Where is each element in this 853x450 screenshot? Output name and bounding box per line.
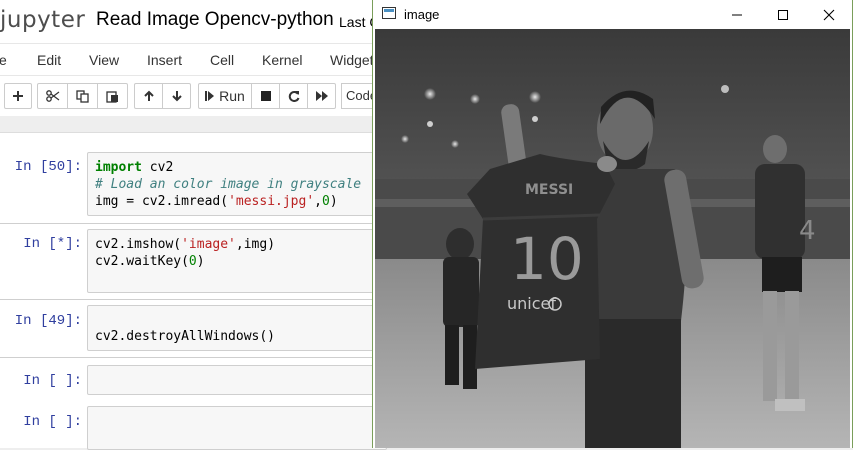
arrow-down-icon — [171, 91, 182, 102]
stop-icon — [260, 91, 271, 101]
run-button-group: Run — [198, 83, 336, 109]
copy-button[interactable] — [67, 83, 98, 109]
move-button-group — [134, 83, 191, 109]
jersey-name: MESSI — [525, 182, 573, 198]
plus-icon — [13, 91, 23, 101]
maximize-button[interactable] — [760, 0, 806, 29]
window-app-icon — [382, 7, 396, 19]
paste-button[interactable] — [97, 83, 128, 109]
restart-run-all-button[interactable] — [307, 83, 336, 109]
menu-edit[interactable]: Edit — [37, 52, 61, 68]
run-label: Run — [219, 88, 245, 104]
jersey-number: 10 — [510, 225, 584, 293]
minimize-button[interactable] — [714, 0, 760, 29]
arrow-up-icon — [143, 90, 154, 101]
step-forward-icon — [205, 91, 215, 101]
paste-icon — [106, 90, 118, 103]
run-button[interactable]: Run — [198, 83, 252, 109]
insert-cell-button[interactable] — [4, 83, 32, 109]
maximize-icon — [778, 9, 788, 20]
interrupt-button[interactable] — [251, 83, 280, 109]
cell-input[interactable] — [87, 406, 387, 450]
move-up-button[interactable] — [134, 83, 163, 109]
cell-prompt: In [ ]: — [23, 373, 82, 389]
cell-prompt: In [ ]: — [23, 414, 82, 430]
move-down-button[interactable] — [162, 83, 191, 109]
fast-forward-icon — [315, 91, 328, 101]
window-title: image — [404, 7, 440, 22]
code-line: cv2.destroyAllWindows() — [95, 329, 276, 344]
menu-cell[interactable]: Cell — [210, 52, 234, 68]
edit-button-group — [37, 83, 128, 109]
grayscale-photo: 4 MESSI 10 unicef — [375, 29, 850, 448]
cell-prompt: In [50]: — [14, 159, 82, 175]
scissors-icon — [45, 90, 59, 102]
menu-insert[interactable]: Insert — [147, 52, 182, 68]
notebook-title[interactable]: Read Image Opencv-python — [96, 9, 334, 31]
cut-button[interactable] — [37, 83, 68, 109]
jupyter-logo[interactable]: jupyter — [0, 7, 85, 33]
menu-kernel[interactable]: Kernel — [262, 52, 302, 68]
image-window[interactable]: image 4 MESSI 10 unicef — [372, 0, 853, 448]
cell-input[interactable] — [87, 365, 387, 395]
back-number: 4 — [799, 216, 816, 246]
photo-drawing: 4 MESSI 10 unicef — [375, 29, 850, 448]
code-line: import cv2 — [95, 160, 174, 175]
code-line: cv2.waitKey(0) — [95, 254, 205, 269]
menu-view[interactable]: View — [89, 52, 119, 68]
window-titlebar[interactable]: image — [373, 0, 852, 29]
cell-prompt: In [*]: — [23, 236, 82, 252]
cell-prompt: In [49]: — [14, 313, 82, 329]
code-comment: # Load an color image in grayscale — [95, 177, 362, 192]
menu-file[interactable]: e — [0, 52, 7, 68]
code-line: cv2.imshow('image',img) — [95, 237, 276, 252]
close-button[interactable] — [806, 0, 852, 29]
restart-icon — [288, 91, 299, 102]
copy-icon — [76, 89, 89, 103]
close-icon — [823, 9, 835, 20]
minimize-icon — [732, 14, 742, 15]
code-line: img = cv2.imread('messi.jpg',0) — [95, 194, 338, 209]
restart-button[interactable] — [279, 83, 308, 109]
